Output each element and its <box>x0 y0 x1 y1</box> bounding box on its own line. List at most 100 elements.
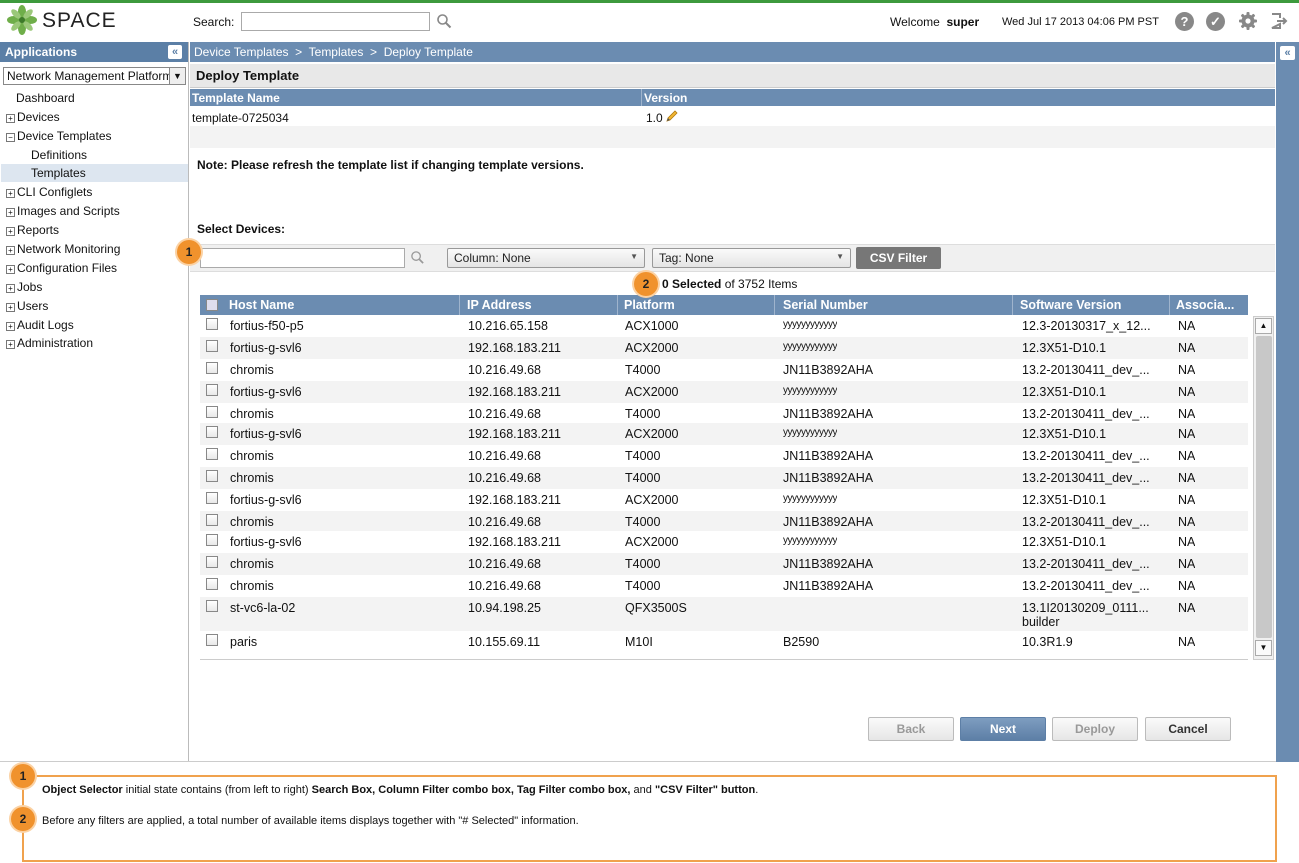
sidebar-item[interactable]: Definitions <box>31 146 87 164</box>
row-checkbox[interactable] <box>206 448 218 460</box>
cancel-button[interactable]: Cancel <box>1145 717 1231 741</box>
platform-header[interactable]: Platform <box>624 298 675 312</box>
sidebar-item[interactable]: + CLI Configlets <box>6 183 92 201</box>
breadcrumb-templates[interactable]: Templates <box>309 45 364 59</box>
csv-filter-button[interactable]: CSV Filter <box>856 247 941 269</box>
row-checkbox[interactable] <box>206 426 218 438</box>
callout-badge-2: 2 <box>634 272 658 296</box>
row-checkbox[interactable] <box>206 318 218 330</box>
expand-right-panel-icon[interactable]: « <box>1280 46 1295 60</box>
table-row[interactable]: chromis 10.216.49.68 T4000 JN11B3892AHA 13.2… <box>200 575 1248 597</box>
table-row[interactable]: fortius-f50-p5 10.216.65.158 ACX1000 yyyyyy… <box>200 315 1248 337</box>
version-header: Version <box>644 91 688 105</box>
expand-icon[interactable]: + <box>6 208 15 217</box>
software-version-header[interactable]: Software Version <box>1020 298 1121 312</box>
table-row[interactable]: chromis 10.216.49.68 T4000 JN11B3892AHA 13.2… <box>200 553 1248 575</box>
sidebar-item[interactable]: + Images and Scripts <box>6 202 120 220</box>
expand-icon[interactable]: + <box>6 227 15 236</box>
sidebar-item-label: Audit Logs <box>17 318 74 332</box>
expand-icon[interactable]: + <box>6 189 15 198</box>
row-checkbox[interactable] <box>206 634 218 646</box>
scroll-up-icon[interactable]: ▲ <box>1255 318 1272 334</box>
space-logo-icon <box>7 5 37 35</box>
platform-cell: T4000 <box>625 407 661 421</box>
table-row[interactable]: chromis 10.216.49.68 T4000 JN11B3892AHA 13.2… <box>200 445 1248 467</box>
row-checkbox[interactable] <box>206 556 218 568</box>
row-checkbox[interactable] <box>206 578 218 590</box>
device-search-input[interactable] <box>200 248 405 268</box>
chevron-down-icon[interactable]: ▼ <box>169 68 185 84</box>
table-row[interactable]: fortius-g-svl6 192.168.183.211 ACX2000 yyyy… <box>200 531 1248 553</box>
row-checkbox[interactable] <box>206 470 218 482</box>
help-icon[interactable]: ? <box>1175 12 1194 31</box>
collapse-left-panel-icon[interactable]: « <box>168 45 182 59</box>
sidebar-item[interactable]: + Jobs <box>6 278 42 296</box>
sidebar-item[interactable]: − Device Templates <box>6 127 112 145</box>
sidebar-item[interactable]: + Audit Logs <box>6 316 74 334</box>
table-row[interactable]: fortius-g-svl6 192.168.183.211 ACX2000 yyyy… <box>200 337 1248 359</box>
table-row[interactable]: fortius-g-svl6 192.168.183.211 ACX2000 yyyy… <box>200 489 1248 511</box>
global-search-input[interactable] <box>241 12 430 31</box>
association-header[interactable]: Associa... <box>1176 298 1234 312</box>
host-name-header[interactable]: Host Name <box>229 298 294 312</box>
table-row[interactable]: fortius-g-svl6 192.168.183.211 ACX2000 yyyy… <box>200 381 1248 403</box>
expand-icon[interactable]: + <box>6 303 15 312</box>
table-row[interactable]: chromis 10.216.49.68 T4000 JN11B3892AHA 13.2… <box>200 511 1248 531</box>
sidebar-item[interactable]: Templates <box>31 164 86 182</box>
chevron-down-icon: ▼ <box>630 252 638 261</box>
sidebar-item[interactable]: + Administration <box>6 334 93 352</box>
ip-address-header[interactable]: IP Address <box>467 298 532 312</box>
row-checkbox[interactable] <box>206 534 218 546</box>
sidebar-item[interactable]: + Network Monitoring <box>6 240 120 258</box>
platform-cell: T4000 <box>625 557 661 571</box>
row-checkbox[interactable] <box>206 340 218 352</box>
column-filter-combo[interactable]: Column: None ▼ <box>447 248 645 268</box>
application-selector[interactable]: Network Management Platform <box>3 67 186 85</box>
divider <box>0 761 1276 762</box>
column-filter-value: None <box>502 251 531 265</box>
expand-icon[interactable]: + <box>6 284 15 293</box>
search-icon[interactable] <box>410 250 425 265</box>
row-checkbox[interactable] <box>206 514 218 526</box>
sidebar-item[interactable]: + Configuration Files <box>6 259 117 277</box>
tag-filter-combo[interactable]: Tag: None ▼ <box>652 248 851 268</box>
selection-count: 0 Selected of 3752 Items <box>662 277 797 291</box>
scroll-down-icon[interactable]: ▼ <box>1255 640 1272 656</box>
expand-icon[interactable]: + <box>6 322 15 331</box>
sidebar-item[interactable]: + Reports <box>6 221 59 239</box>
table-row[interactable]: fortius-g-svl6 192.168.183.211 ACX2000 yyyy… <box>200 423 1248 445</box>
expand-icon[interactable]: + <box>6 340 15 349</box>
collapse-icon[interactable]: − <box>6 133 15 142</box>
sidebar-item[interactable]: + Devices <box>6 108 60 126</box>
logout-icon[interactable] <box>1270 12 1288 30</box>
row-checkbox[interactable] <box>206 600 218 612</box>
table-row[interactable]: chromis 10.216.49.68 T4000 JN11B3892AHA 13.2… <box>200 467 1248 489</box>
software-version-cell: 13.2-20130411_dev_... <box>1022 557 1150 571</box>
platform-cell: M10I <box>625 635 653 649</box>
breadcrumb-device-templates[interactable]: Device Templates <box>194 45 289 59</box>
sidebar-item[interactable]: + Users <box>6 297 48 315</box>
table-row[interactable]: paris 10.155.69.11 M10I B2590 10.3R1.9 NA <box>200 631 1248 653</box>
expand-icon[interactable]: + <box>6 114 15 123</box>
next-button[interactable]: Next <box>960 717 1046 741</box>
table-row[interactable]: chromis 10.216.49.68 T4000 JN11B3892AHA 13.2… <box>200 359 1248 381</box>
table-row[interactable]: chromis 10.216.49.68 T4000 JN11B3892AHA 13.2… <box>200 403 1248 423</box>
row-checkbox[interactable] <box>206 384 218 396</box>
deploy-button[interactable]: Deploy <box>1052 717 1138 741</box>
software-version-cell: 12.3X51-D10.1 <box>1022 535 1107 549</box>
back-button[interactable]: Back <box>868 717 954 741</box>
select-all-checkbox[interactable] <box>206 299 218 311</box>
settings-icon[interactable] <box>1238 11 1258 31</box>
serial-number-header[interactable]: Serial Number <box>783 298 868 312</box>
search-icon[interactable] <box>436 13 452 29</box>
tasks-icon[interactable]: ✓ <box>1206 12 1225 31</box>
scrollbar-thumb[interactable] <box>1256 336 1272 638</box>
expand-icon[interactable]: + <box>6 265 15 274</box>
row-checkbox[interactable] <box>206 406 218 418</box>
edit-pencil-icon[interactable] <box>665 110 678 123</box>
row-checkbox[interactable] <box>206 492 218 504</box>
table-row[interactable]: st-vc6-la-02 10.94.198.25 QFX3500S 13.1I201… <box>200 597 1248 631</box>
row-checkbox[interactable] <box>206 362 218 374</box>
sidebar-item[interactable]: Dashboard <box>16 89 75 107</box>
expand-icon[interactable]: + <box>6 246 15 255</box>
